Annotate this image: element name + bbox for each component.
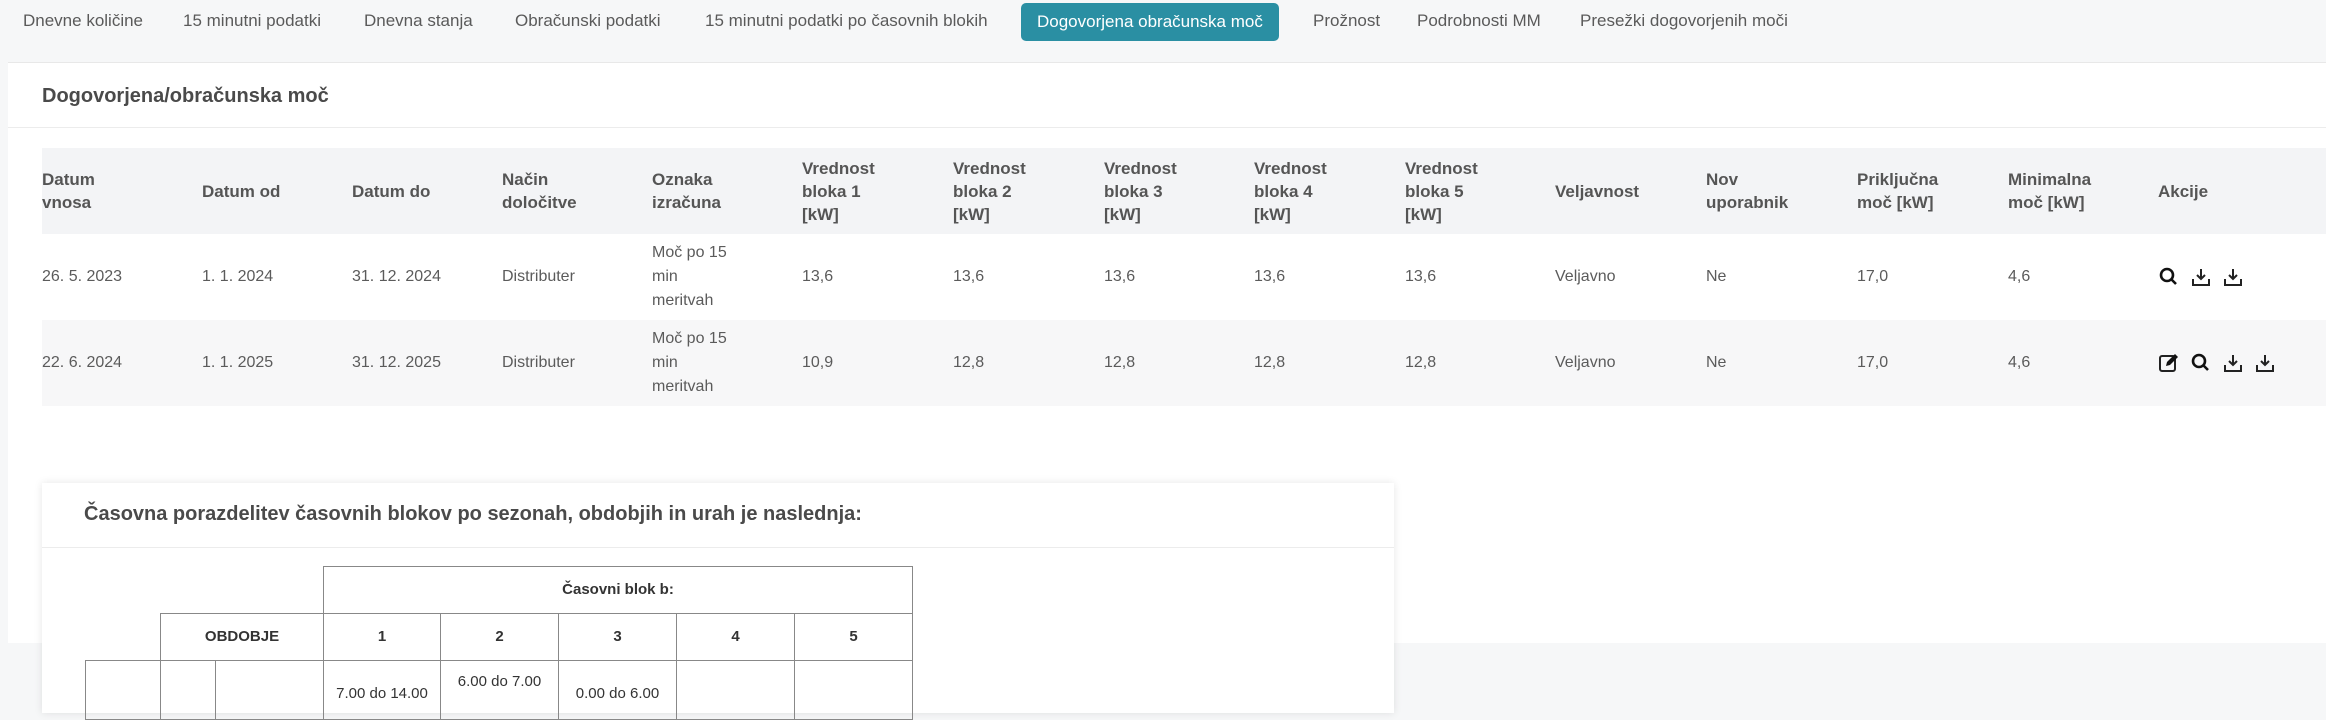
period-cell <box>160 660 216 720</box>
cell-blok-3: 13,6 <box>1104 268 1136 285</box>
season-cell <box>85 660 161 720</box>
block-5-hours <box>794 660 913 720</box>
header-veljavnost[interactable]: Veljavnost <box>1555 148 1695 234</box>
header-vrednost-bloka-5[interactable]: Vrednost bloka 5 [kW] <box>1405 148 1545 234</box>
table-row: 26. 5. 2023 1. 1. 2024 31. 12. 2024 Dist… <box>42 234 2326 320</box>
cell-veljavnost: Veljavno <box>1555 268 1616 285</box>
cell-datum-od: 1. 1. 2025 <box>202 354 274 371</box>
cell-prikljucna-moc: 17,0 <box>1857 268 1889 285</box>
header-datum-do[interactable]: Datum do <box>352 148 492 234</box>
cell-blok-5: 12,8 <box>1405 354 1437 371</box>
header-vrednost-bloka-4[interactable]: Vrednost bloka 4 [kW] <box>1254 148 1394 234</box>
tab-15-minutni-po-blokih[interactable]: 15 minutni podatki po časovnih blokih <box>705 0 988 41</box>
cell-datum-do: 31. 12. 2025 <box>352 354 441 371</box>
block-3-hours: 0.00 do 6.00 <box>558 660 677 720</box>
header-vrednost-bloka-1[interactable]: Vrednost bloka 1 [kW] <box>802 148 942 234</box>
download-icon[interactable] <box>2222 266 2244 288</box>
tab-dnevna-stanja[interactable]: Dnevna stanja <box>364 0 473 41</box>
cell-nacin-dolocitve: Distributer <box>502 268 575 285</box>
block-col-1: 1 <box>323 613 441 661</box>
download-icon[interactable] <box>2222 352 2244 374</box>
block-col-4: 4 <box>676 613 795 661</box>
tab-presezki-dogovorjenih-moci[interactable]: Presežki dogovorjenih moči <box>1580 0 1788 41</box>
header-vrednost-bloka-2[interactable]: Vrednost bloka 2 [kW] <box>953 148 1093 234</box>
tab-bar: Dnevne količine 15 minutni podatki Dnevn… <box>0 0 2326 42</box>
search-icon[interactable] <box>2158 266 2180 288</box>
block-4-hours <box>676 660 795 720</box>
row-actions <box>2158 320 2326 406</box>
cell-blok-2: 13,6 <box>953 268 985 285</box>
table-row: 22. 6. 2024 1. 1. 2025 31. 12. 2025 Dist… <box>42 320 2326 406</box>
block-col-3: 3 <box>558 613 677 661</box>
periods-card: Časovna porazdelitev časovnih blokov po … <box>42 483 1394 720</box>
search-icon[interactable] <box>2190 352 2212 374</box>
header-oznaka-izracuna[interactable]: Oznaka izračuna <box>652 148 792 234</box>
cell-oznaka-izracuna: Moč po 15 min meritvah <box>652 330 727 395</box>
cell-veljavnost: Veljavno <box>1555 354 1616 371</box>
tab-dnevne-kolicine[interactable]: Dnevne količine <box>23 0 143 41</box>
divider <box>8 127 2326 128</box>
main-card: Dogovorjena/obračunska moč Datum vnosa D… <box>8 62 2326 720</box>
periods-title: Časovna porazdelitev časovnih blokov po … <box>84 503 862 525</box>
cell-blok-4: 12,8 <box>1254 354 1286 371</box>
tab-dogovorjena-obracunska-moc[interactable]: Dogovorjena obračunska moč <box>1021 3 1279 41</box>
header-nov-uporabnik[interactable]: Nov uporabnik <box>1706 148 1846 234</box>
cell-minimalna-moc: 4,6 <box>2008 268 2031 285</box>
header-nacin-dolocitve[interactable]: Način določitve <box>502 148 642 234</box>
download-icon[interactable] <box>2190 266 2212 288</box>
header-datum-od[interactable]: Datum od <box>202 148 342 234</box>
cell-nov-uporabnik: Ne <box>1706 354 1727 371</box>
cell-blok-1: 10,9 <box>802 354 834 371</box>
cell-minimalna-moc: 4,6 <box>2008 354 2031 371</box>
period-header: OBDOBJE <box>160 613 324 661</box>
cell-blok-2: 12,8 <box>953 354 985 371</box>
cell-oznaka-izracuna: Moč po 15 min meritvah <box>652 244 727 309</box>
cell-datum-vnosa: 26. 5. 2023 <box>42 268 123 285</box>
header-vrednost-bloka-3[interactable]: Vrednost bloka 3 [kW] <box>1104 148 1244 234</box>
tab-15-minutni-podatki[interactable]: 15 minutni podatki <box>183 0 321 41</box>
cell-blok-4: 13,6 <box>1254 268 1286 285</box>
divider <box>42 547 1394 548</box>
tab-obracunski-podatki[interactable]: Obračunski podatki <box>515 0 661 41</box>
block-col-2: 2 <box>440 613 559 661</box>
header-akcije: Akcije <box>2158 181 2209 201</box>
block-header: Časovni blok b: <box>323 566 913 614</box>
cell-nov-uporabnik: Ne <box>1706 268 1727 285</box>
download-icon[interactable] <box>2254 352 2276 374</box>
block-1-hours: 7.00 do 14.00 <box>323 660 441 720</box>
header-prikljucna-moc[interactable]: Priključna moč [kW] <box>1857 148 1997 234</box>
period-label-cell <box>215 660 324 720</box>
card-title: Dogovorjena/obračunska moč <box>42 85 329 107</box>
tab-proznost[interactable]: Prožnost <box>1313 0 1380 41</box>
cell-datum-vnosa: 22. 6. 2024 <box>42 354 123 371</box>
table-header: Datum vnosa Datum od Datum do Način dolo… <box>42 148 2326 234</box>
header-minimalna-moc[interactable]: Minimalna moč [kW] <box>2008 148 2148 234</box>
block-col-5: 5 <box>794 613 913 661</box>
cell-datum-do: 31. 12. 2024 <box>352 268 441 285</box>
cell-blok-3: 12,8 <box>1104 354 1136 371</box>
cell-blok-1: 13,6 <box>802 268 834 285</box>
block-2-hours: 6.00 do 7.00 <box>440 660 559 720</box>
tab-podrobnosti-mm[interactable]: Podrobnosti MM <box>1417 0 1541 41</box>
cell-prikljucna-moc: 17,0 <box>1857 354 1889 371</box>
row-actions <box>2158 234 2326 320</box>
edit-icon[interactable] <box>2158 352 2180 374</box>
cell-blok-5: 13,6 <box>1405 268 1437 285</box>
cell-nacin-dolocitve: Distributer <box>502 354 575 371</box>
header-datum-vnosa[interactable]: Datum vnosa <box>42 148 192 234</box>
cell-datum-od: 1. 1. 2024 <box>202 268 274 285</box>
